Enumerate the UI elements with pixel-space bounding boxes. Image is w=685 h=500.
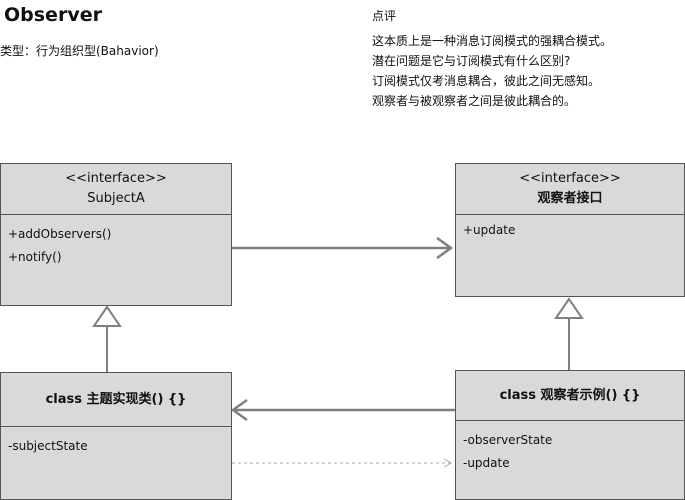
concrete-subject-box: class 主题实现类() {} -subjectState [0, 372, 232, 500]
concrete-observer-box: class 观察者示例() {} -observerState -update [455, 370, 685, 500]
subject-interface-box: <<interface>> SubjectA +addObservers() +… [0, 163, 232, 306]
concrete-observer-header: class 观察者示例() {} [456, 371, 684, 421]
subject-interface-name: SubjectA [87, 191, 145, 206]
subject-interface-header: <<interface>> SubjectA [1, 164, 231, 215]
observer-interface-name: 观察者接口 [537, 191, 603, 206]
concrete-subject-name: class 主题实现类() {} [45, 391, 187, 407]
observer-interface-header: <<interface>> 观察者接口 [456, 164, 684, 215]
concrete-subject-header: class 主题实现类() {} [1, 373, 231, 427]
concrete-subject-members: -subjectState [1, 427, 231, 458]
subject-interface-member-2: +notify() [8, 250, 62, 264]
generalization-triangle-observer [554, 297, 584, 319]
concrete-observer-member-2: -update [463, 456, 510, 470]
concrete-observer-member-1: -observerState [463, 433, 553, 447]
observer-interface-member-1: +update [463, 223, 516, 237]
concrete-observer-name: class 观察者示例() {} [499, 387, 641, 403]
generalization-triangle-subject [92, 305, 122, 327]
concrete-subject-member-1: -subjectState [8, 439, 88, 453]
subject-interface-members: +addObservers() +notify() [1, 215, 231, 269]
observer-interface-stereotype: <<interface>> [519, 171, 621, 186]
observer-interface-box: <<interface>> 观察者接口 +update [455, 163, 685, 297]
subject-interface-stereotype: <<interface>> [65, 171, 167, 186]
observer-interface-members: +update [456, 215, 684, 242]
subject-interface-member-1: +addObservers() [8, 227, 112, 241]
concrete-observer-members: -observerState -update [456, 421, 684, 475]
